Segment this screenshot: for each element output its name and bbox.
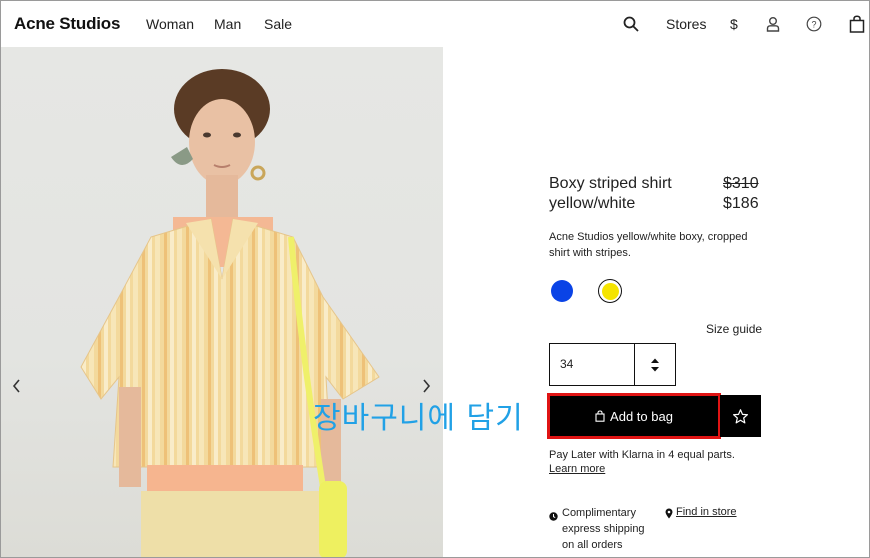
size-value: 34 xyxy=(550,344,635,385)
star-icon xyxy=(732,408,749,423)
brand-logo[interactable]: Acne Studios xyxy=(14,14,120,34)
nav-man[interactable]: Man xyxy=(214,16,241,32)
location-pin-icon xyxy=(665,506,673,524)
account-icon[interactable] xyxy=(762,13,784,35)
product-image[interactable] xyxy=(1,47,443,557)
product-description: Acne Studios yellow/white boxy, cropped … xyxy=(549,231,748,259)
sale-price: $186 xyxy=(723,195,759,212)
add-to-bag-button[interactable]: Add to bag xyxy=(547,393,721,439)
size-stepper[interactable] xyxy=(635,344,675,385)
model-photo xyxy=(80,69,380,557)
color-swatch-yellow[interactable] xyxy=(598,279,622,303)
annotation-label: 장바구니에 담기 xyxy=(313,401,524,436)
color-swatch-blue[interactable] xyxy=(551,280,573,302)
bag-icon[interactable] xyxy=(846,13,868,35)
currency-selector[interactable]: $ xyxy=(730,16,738,32)
sort-arrows-icon xyxy=(651,358,659,371)
add-to-bag-label: Add to bag xyxy=(610,408,673,424)
nav-sale[interactable]: Sale xyxy=(264,16,292,32)
shipping-info: Complimentary express shipping on all or… xyxy=(562,507,645,551)
size-guide-link[interactable]: Size guide xyxy=(706,322,762,336)
site-header: Acne Studios Woman Man Sale Stores $ ? xyxy=(1,1,869,47)
stores-link[interactable]: Stores xyxy=(666,16,706,32)
learn-more-link[interactable]: Learn more xyxy=(549,463,605,475)
wishlist-button[interactable] xyxy=(720,395,761,437)
product-color: yellow/white xyxy=(549,195,636,212)
search-icon[interactable] xyxy=(620,13,642,35)
help-icon[interactable]: ? xyxy=(803,13,825,35)
nav-woman[interactable]: Woman xyxy=(146,16,194,32)
svg-text:?: ? xyxy=(811,20,816,30)
chevron-left-icon[interactable] xyxy=(12,377,22,398)
browser-frame: Acne Studios Woman Man Sale Stores $ ? B… xyxy=(0,0,870,558)
clock-icon xyxy=(549,508,558,526)
find-in-store-link[interactable]: Find in store xyxy=(676,506,737,518)
product-name: Boxy striped shirt xyxy=(549,175,672,192)
original-price: $310 xyxy=(723,175,759,192)
size-selector[interactable]: 34 xyxy=(549,343,676,386)
bag-icon xyxy=(595,410,605,422)
color-swatch-yellow-dot xyxy=(601,282,619,300)
klarna-text: Pay Later with Klarna in 4 equal parts. xyxy=(549,449,735,461)
